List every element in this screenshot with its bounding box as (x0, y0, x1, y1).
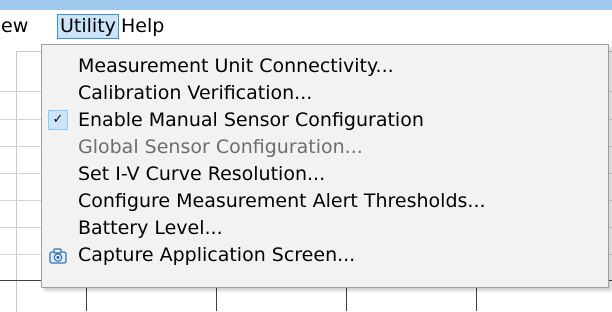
menu-view[interactable]: ew (0, 14, 31, 39)
menu-item-label: Battery Level... (78, 217, 223, 239)
menu-item-label: Set I-V Curve Resolution... (78, 163, 326, 185)
menu-item-configure-measurement-alert-thresholds[interactable]: Configure Measurement Alert Thresholds..… (42, 188, 608, 215)
menu-item-label: Configure Measurement Alert Thresholds..… (78, 190, 486, 212)
menu-item-label: Global Sensor Configuration... (78, 136, 363, 158)
menu-item-capture-application-screen[interactable]: Capture Application Screen... (42, 242, 608, 269)
menu-bar: ew Utility Help (0, 10, 612, 43)
menu-item-enable-manual-sensor-configuration[interactable]: ✓ Enable Manual Sensor Configuration (42, 107, 608, 134)
checkmark-icon: ✓ (48, 110, 68, 130)
menu-item-measurement-unit-connectivity[interactable]: Measurement Unit Connectivity... (42, 53, 608, 80)
menu-item-battery-level[interactable]: Battery Level... (42, 215, 608, 242)
menu-help[interactable]: Help (118, 14, 167, 39)
menu-item-calibration-verification[interactable]: Calibration Verification... (42, 80, 608, 107)
menu-item-label: Calibration Verification... (78, 82, 313, 104)
menu-item-set-iv-curve-resolution[interactable]: Set I-V Curve Resolution... (42, 161, 608, 188)
menu-item-label: Enable Manual Sensor Configuration (78, 109, 424, 131)
window-title-strip (0, 0, 612, 10)
menu-utility[interactable]: Utility (57, 14, 119, 39)
menu-item-global-sensor-configuration: Global Sensor Configuration... (42, 134, 608, 161)
utility-dropdown-menu: Measurement Unit Connectivity... Calibra… (41, 44, 609, 288)
menu-item-label: Capture Application Screen... (78, 244, 356, 266)
camera-icon (49, 248, 67, 264)
menu-item-label: Measurement Unit Connectivity... (78, 55, 394, 77)
